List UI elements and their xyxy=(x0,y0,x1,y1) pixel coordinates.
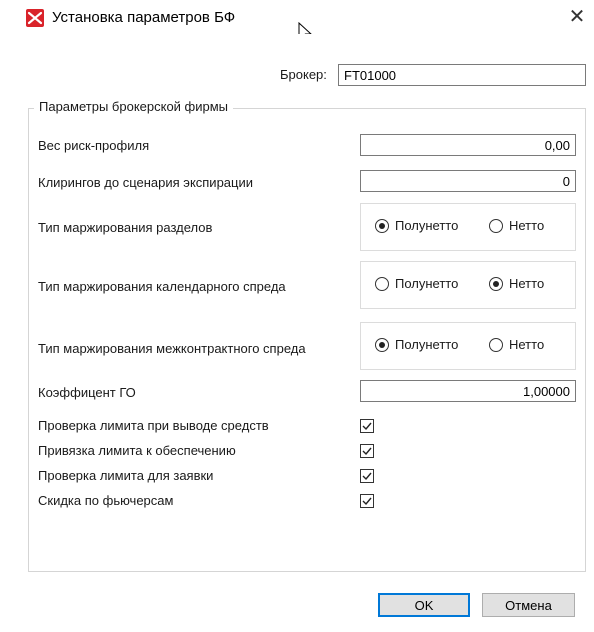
checkmark-icon xyxy=(362,447,372,456)
dialog-content: Брокер: Параметры брокерской фирмы Вес р… xyxy=(8,34,594,632)
broker-input[interactable] xyxy=(338,64,586,86)
order-limit-checkbox[interactable] xyxy=(360,469,374,483)
calendar-spread-radio-group: Полунетто Нетто xyxy=(360,261,576,309)
clearings-label: Клирингов до сценария экспирации xyxy=(38,175,254,190)
radio-circle xyxy=(375,277,389,291)
checkmark-icon xyxy=(362,422,372,431)
cancel-button[interactable]: Отмена xyxy=(482,593,575,617)
radio-label: Нетто xyxy=(509,276,545,291)
sections-margining-radio-group: Полунетто Нетто xyxy=(360,203,576,251)
radio-circle xyxy=(375,338,389,352)
checkmark-icon xyxy=(362,497,372,506)
close-button[interactable]: ✕ xyxy=(564,6,590,30)
withdrawal-limit-checkbox[interactable] xyxy=(360,419,374,433)
broker-label: Брокер: xyxy=(280,67,327,82)
go-coefficient-label: Коэффицент ГО xyxy=(38,385,136,400)
risk-profile-label: Вес риск-профиля xyxy=(38,138,150,153)
withdrawal-limit-check-label: Проверка лимита при выводе средств xyxy=(38,418,269,433)
ok-button[interactable]: OK xyxy=(378,593,470,617)
radio-label: Полунетто xyxy=(395,218,459,233)
futures-discount-label: Скидка по фьючерсам xyxy=(38,493,174,508)
window-title: Установка параметров БФ xyxy=(52,9,236,26)
futures-discount-checkbox[interactable] xyxy=(360,494,374,508)
radio-label: Нетто xyxy=(509,218,545,233)
sections-margining-label: Тип маржирования разделов xyxy=(38,220,213,235)
limit-binding-checkbox[interactable] xyxy=(360,444,374,458)
go-coefficient-input[interactable] xyxy=(360,380,576,402)
radio-label: Полунетто xyxy=(395,337,459,352)
checkmark-icon xyxy=(362,472,372,481)
radio-circle xyxy=(489,277,503,291)
order-limit-check-label: Проверка лимита для заявки xyxy=(38,468,214,483)
radio-circle xyxy=(489,219,503,233)
dialog-window: Установка параметров БФ ✕ Брокер: Параме… xyxy=(8,0,594,632)
group-title: Параметры брокерской фирмы xyxy=(34,99,234,114)
radio-selected-dot xyxy=(379,342,385,348)
radio-selected-dot xyxy=(493,281,499,287)
intercontract-spread-radio-group: Полунетто Нетто xyxy=(360,322,576,370)
radio-selected-dot xyxy=(379,223,385,229)
intercontract-spread-margining-label: Тип маржирования межконтрактного спреда xyxy=(38,341,306,356)
clearings-input[interactable] xyxy=(360,170,576,192)
moex-logo-icon xyxy=(26,9,44,27)
radio-circle xyxy=(375,219,389,233)
radio-label: Нетто xyxy=(509,337,545,352)
radio-circle xyxy=(489,338,503,352)
calendar-spread-margining-label: Тип маржирования календарного спреда xyxy=(38,279,286,294)
radio-label: Полунетто xyxy=(395,276,459,291)
limit-binding-label: Привязка лимита к обеспечению xyxy=(38,443,236,458)
risk-profile-input[interactable] xyxy=(360,134,576,156)
title-bar[interactable]: Установка параметров БФ ✕ xyxy=(8,0,594,43)
